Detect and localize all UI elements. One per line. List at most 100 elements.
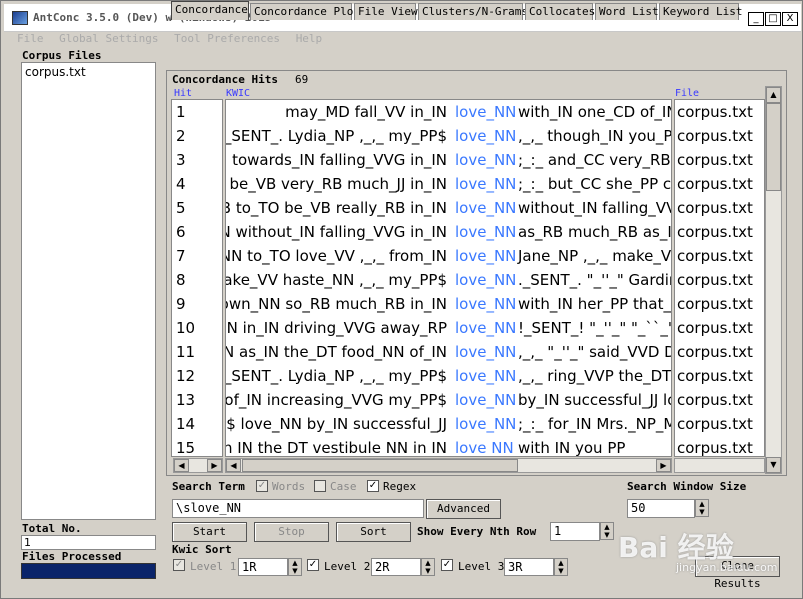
menu-help[interactable]: Help [296,32,323,45]
hit-number[interactable]: 4 [172,172,222,196]
hit-number[interactable]: 1 [172,100,222,124]
kwic-line[interactable]: N ._SENT_. Lydia_NP ,_,_ my_PP$ love_NN ,_… [226,124,671,148]
file-name-cell[interactable]: corpus.txt [675,364,764,388]
maximize-button[interactable]: □ [765,12,781,26]
level1-select[interactable]: 1R [238,558,288,576]
kwic-keyword[interactable]: love_NN [455,103,516,122]
kwic-line[interactable]: _NN to_TO love_VV ,_,_ from_IN love_NN Jan… [226,244,671,268]
kwic-keyword[interactable]: love_NN [455,127,516,146]
kwic-line[interactable]: make_VV haste_NN ,_,_ my_PP$ love_NN ._SEN… [226,268,671,292]
tab-clusters-ngrams[interactable]: Clusters/N-Grams [418,3,528,20]
file-name-cell[interactable]: corpus.txt [675,196,764,220]
menu-tool-preferences[interactable]: Tool Preferences [174,32,280,45]
kwic-line[interactable]: O be_VB very_RB much_JJ in_IN love_NN ;_:_… [226,172,671,196]
sort-button[interactable]: Sort [336,522,411,542]
kwic-line[interactable]: may_MD fall_VV in_IN love_NN with_IN one_C… [226,100,671,124]
level3-checkbox[interactable]: ✓ [441,559,453,571]
start-button[interactable]: Start [172,522,247,542]
kwic-line[interactable]: N towards_IN falling_VVG in_IN love_NN ;_:… [226,148,671,172]
window-size-stepper[interactable]: ▲ ▼ [695,499,709,517]
hit-number[interactable]: 3 [172,148,222,172]
minimize-button[interactable]: _ [748,12,764,26]
file-name-cell[interactable]: corpus.txt [675,436,764,456]
kwic-keyword[interactable]: love_NN [455,247,516,266]
hit-number[interactable]: 8 [172,268,222,292]
vertical-scroll-thumb[interactable] [766,103,781,191]
kwic-line[interactable]: NN in_IN driving_VVG away_RP love_NN !_SEN… [226,316,671,340]
kwic-keyword[interactable]: love_NN [455,295,516,314]
advanced-button[interactable]: Advanced [426,499,501,519]
scroll-left-arrow-icon[interactable]: ◀ [226,459,241,472]
hit-number[interactable]: 6 [172,220,222,244]
kwic-line[interactable]: town_NN so_RB much_RB in_IN love_NN with_I… [226,292,671,316]
hit-number[interactable]: 7 [172,244,222,268]
corpus-file-list[interactable]: corpus.txt [21,62,156,520]
scroll-right-arrow-icon[interactable]: ▶ [207,459,222,472]
scroll-right-arrow-icon[interactable]: ▶ [656,459,671,472]
file-name-cell[interactable]: corpus.txt [675,340,764,364]
kwic-line[interactable]: y ._SENT_. Lydia_NP ,_,_ my_PP$ love_NN ,_… [226,364,671,388]
kwic-column[interactable]: may_MD fall_VV in_IN love_NN with_IN one_C… [225,99,672,457]
kwic-keyword[interactable]: love_NN [455,415,516,434]
corpus-file-item[interactable]: corpus.txt [25,65,152,79]
file-name-cell[interactable]: corpus.txt [675,316,764,340]
kwic-keyword[interactable]: love NN [455,439,514,456]
level2-select[interactable]: 2R [371,558,421,576]
hit-number[interactable]: 5 [172,196,222,220]
hit-number[interactable]: 10 [172,316,222,340]
file-name-cell[interactable]: corpus.txt [675,172,764,196]
level2-checkbox[interactable]: ✓ [307,559,319,571]
vertical-scrollbar[interactable]: ▲ ▼ [765,86,782,474]
tab-collocates[interactable]: Collocates [525,3,595,20]
kwic-keyword[interactable]: love_NN [455,367,516,386]
kwic-line[interactable]: RB to_TO be_VB really_RB in_IN love_NN wit… [226,196,671,220]
file-name-cell[interactable]: corpus.txt [675,100,764,124]
case-checkbox[interactable] [314,480,326,492]
kwic-hscroll-thumb[interactable] [242,459,518,472]
hit-number[interactable]: 2 [172,124,222,148]
hit-number[interactable]: 15 [172,436,222,456]
kwic-keyword[interactable]: love_NN [455,151,516,170]
search-term-input[interactable]: \slove_NN [172,499,424,518]
kwic-keyword[interactable]: love_NN [455,319,516,338]
level3-stepper[interactable]: ▲ ▼ [554,558,568,576]
regex-checkbox[interactable]: ✓ [367,480,379,492]
file-name-cell[interactable]: corpus.txt [675,388,764,412]
file-name-cell[interactable]: corpus.txt [675,292,764,316]
hit-number[interactable]: 11 [172,340,222,364]
file-name-cell[interactable]: corpus.txt [675,220,764,244]
scroll-left-arrow-icon[interactable]: ◀ [174,459,189,472]
kwic-keyword[interactable]: love_NN [455,223,516,242]
kwic-line[interactable]: N of_IN increasing_VVG my_PP$ love_NN by_I… [226,388,671,412]
file-column[interactable]: corpus.txt corpus.txt corpus.txt corpus.txt… [674,99,765,457]
hit-number[interactable]: 9 [172,292,222,316]
kwic-keyword[interactable]: love_NN [455,271,516,290]
file-column-header[interactable]: File [675,88,699,99]
kwic-line[interactable]: N without_IN falling_VVG in_IN love_NN as_… [226,220,671,244]
hit-number[interactable]: 13 [172,388,222,412]
kwic-keyword[interactable]: love_NN [455,199,516,218]
kwic-keyword[interactable]: love_NN [455,175,516,194]
file-name-cell[interactable]: corpus.txt [675,124,764,148]
words-checkbox[interactable]: ✓ [256,480,268,492]
hit-number[interactable]: 14 [172,412,222,436]
close-button[interactable]: X [782,12,798,26]
file-name-cell[interactable]: corpus.txt [675,412,764,436]
kwic-keyword[interactable]: love_NN [455,343,516,362]
scroll-up-arrow-icon[interactable]: ▲ [766,87,781,103]
file-name-cell[interactable]: corpus.txt [675,148,764,172]
level1-stepper[interactable]: ▲ ▼ [288,558,302,576]
nth-row-input[interactable]: 1 [550,522,600,541]
level1-checkbox[interactable]: ✓ [173,559,185,571]
kwic-line[interactable]: n IN the DT vestibule NN in IN love NN wit… [226,436,671,456]
tab-concordance[interactable]: Concordance [171,1,249,20]
file-hscrollbar[interactable] [674,458,765,473]
level2-stepper[interactable]: ▲ ▼ [421,558,435,576]
hit-hscrollbar[interactable]: ◀ ▶ [173,458,223,473]
hit-number[interactable]: 12 [172,364,222,388]
stop-button[interactable]: Stop [254,522,329,542]
tab-concordance-plot[interactable]: Concordance Plot [250,3,360,20]
hit-column[interactable]: 1 2 3 4 5 6 7 8 9 10 11 12 13 14 15 [171,99,223,457]
kwic-keyword[interactable]: love_NN [455,391,516,410]
menu-global-settings[interactable]: Global Settings [59,32,158,45]
